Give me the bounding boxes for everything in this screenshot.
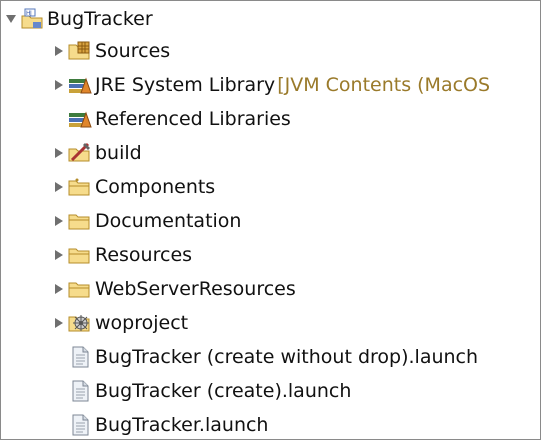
jvm-decoration-label: [JVM Contents (MacOS bbox=[277, 74, 491, 96]
file-icon bbox=[66, 413, 93, 437]
svg-text:J: J bbox=[29, 10, 32, 17]
chevron-right-icon[interactable] bbox=[52, 205, 66, 237]
tree-item-woproject[interactable]: woproject bbox=[52, 307, 188, 339]
tree-item-label: BugTracker (create without drop).launch bbox=[95, 346, 479, 368]
tree-item-documentation[interactable]: Documentation bbox=[52, 205, 241, 237]
tree-item-label: BugTracker.launch bbox=[95, 414, 269, 436]
tree-item-project[interactable]: H J BugTracker bbox=[4, 3, 153, 35]
folder-icon bbox=[66, 175, 93, 199]
tree-item-label: Sources bbox=[95, 40, 171, 62]
tree-item-launch[interactable]: BugTracker.launch bbox=[66, 409, 269, 439]
library-icon bbox=[66, 107, 93, 131]
tree-item-label: BugTracker (create).launch bbox=[95, 380, 352, 402]
tree-item-jre-system-library[interactable]: JRE System Library [JVM Contents (MacOS bbox=[52, 69, 490, 101]
build-folder-icon bbox=[66, 141, 93, 165]
tree-item-launch-create[interactable]: BugTracker (create).launch bbox=[66, 375, 351, 407]
chevron-right-icon[interactable] bbox=[52, 35, 66, 67]
tree-item-label: Resources bbox=[95, 244, 193, 266]
tree-item-build[interactable]: build bbox=[52, 137, 142, 169]
tree-item-sources[interactable]: Sources bbox=[52, 35, 170, 67]
folder-icon bbox=[66, 209, 93, 233]
tree-item-label: woproject bbox=[95, 312, 189, 334]
chevron-right-icon[interactable] bbox=[52, 137, 66, 169]
file-icon bbox=[66, 379, 93, 403]
source-folder-icon bbox=[66, 39, 93, 63]
tree-item-label: Documentation bbox=[95, 210, 242, 232]
tree-item-label: WebServerResources bbox=[95, 278, 296, 300]
package-explorer: H J BugTracker Sources JRE System Librar… bbox=[0, 0, 541, 440]
woproject-folder-icon bbox=[66, 311, 93, 335]
folder-icon bbox=[66, 243, 93, 267]
tree-item-launch-create-without-drop[interactable]: BugTracker (create without drop).launch bbox=[66, 341, 478, 373]
chevron-right-icon[interactable] bbox=[52, 171, 66, 203]
tree-item-label: Referenced Libraries bbox=[95, 108, 291, 130]
chevron-right-icon[interactable] bbox=[52, 239, 66, 271]
chevron-right-icon[interactable] bbox=[52, 273, 66, 305]
tree-item-webserverresources[interactable]: WebServerResources bbox=[52, 273, 296, 305]
folder-icon bbox=[66, 277, 93, 301]
chevron-right-icon[interactable] bbox=[52, 307, 66, 339]
tree-item-label: BugTracker bbox=[47, 8, 153, 30]
chevron-right-icon[interactable] bbox=[52, 69, 66, 101]
wo-project-icon: H J bbox=[18, 7, 45, 31]
tree-item-components[interactable]: Components bbox=[52, 171, 215, 203]
tree-item-referenced-libraries[interactable]: Referenced Libraries bbox=[52, 103, 291, 135]
tree-item-label: JRE System Library bbox=[95, 74, 276, 96]
tree-item-label: build bbox=[95, 142, 142, 164]
chevron-down-icon[interactable] bbox=[4, 3, 18, 35]
library-icon bbox=[66, 73, 93, 97]
tree-item-resources[interactable]: Resources bbox=[52, 239, 192, 271]
tree-item-label: Components bbox=[95, 176, 216, 198]
file-icon bbox=[66, 345, 93, 369]
